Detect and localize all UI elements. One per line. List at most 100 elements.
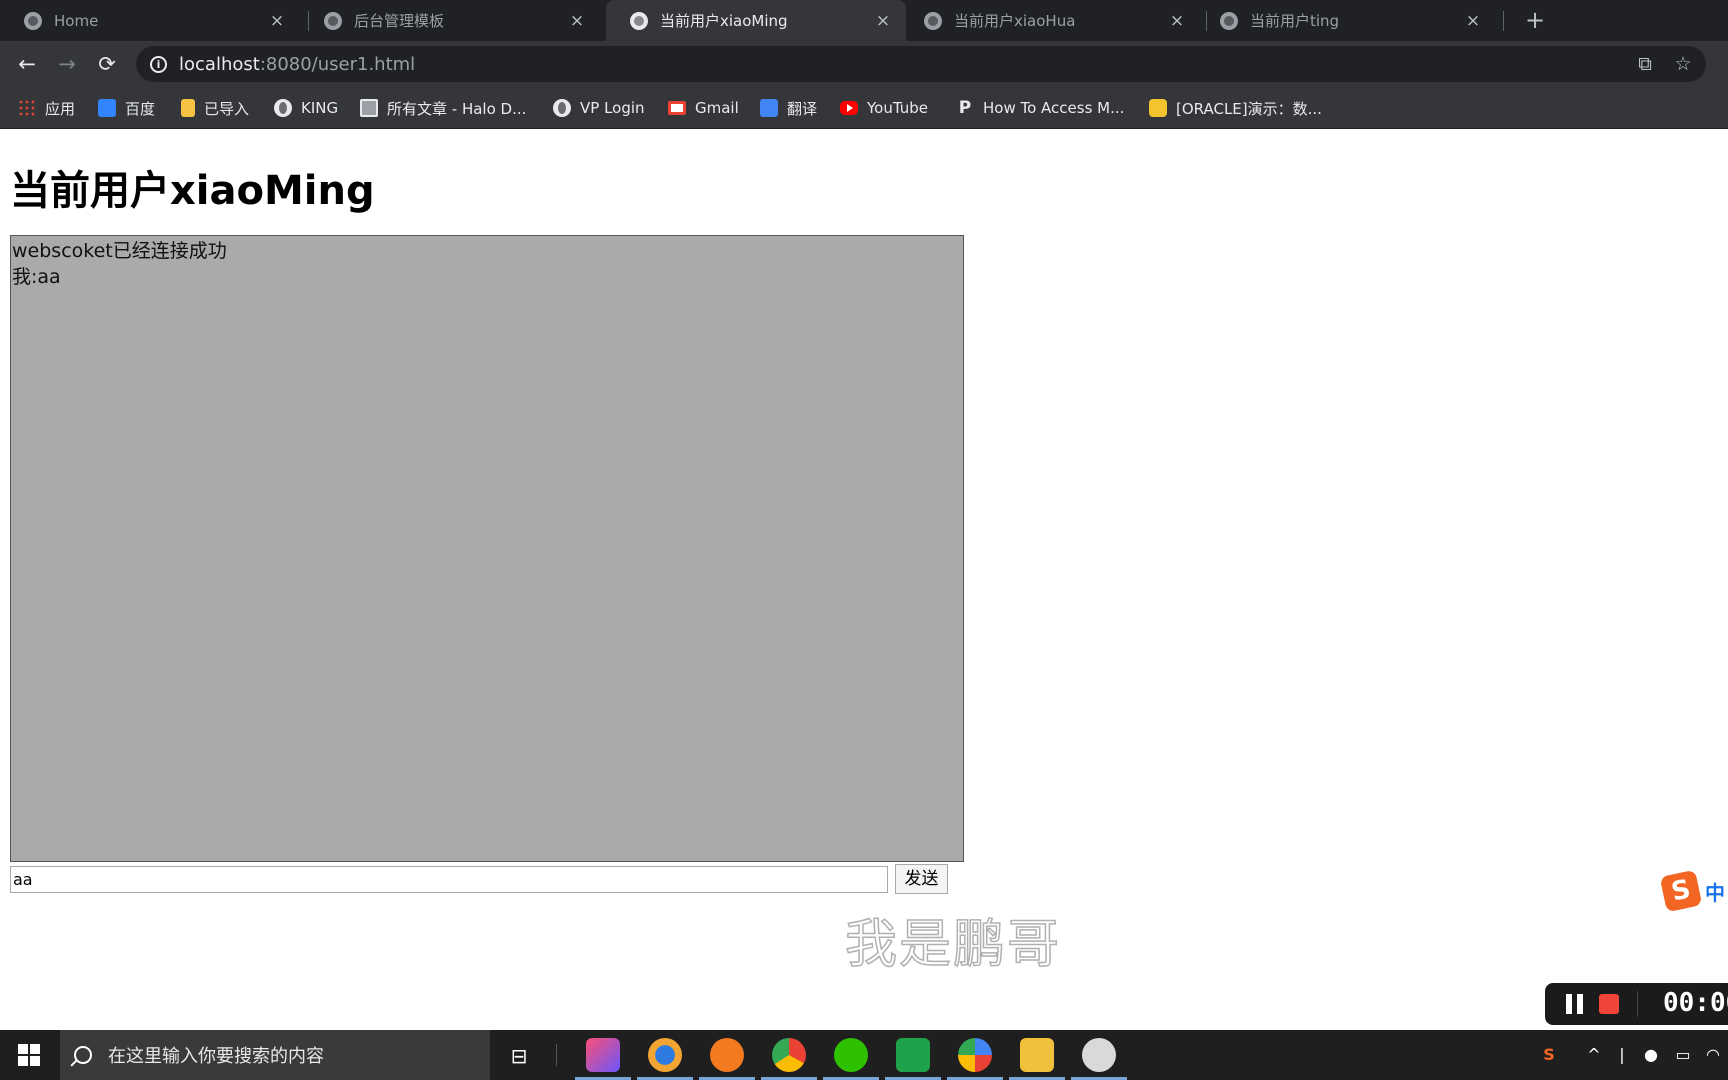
gmail-icon — [668, 101, 686, 115]
folder-icon — [181, 99, 195, 117]
file-explorer-icon[interactable] — [1009, 1038, 1065, 1080]
close-icon[interactable]: × — [874, 11, 892, 31]
bookmark-how-to-access[interactable]: P How To Access M... — [956, 96, 1125, 120]
bookmark-king[interactable]: KING — [274, 96, 338, 120]
url-host: localhost — [179, 53, 260, 75]
bookmark-label: 已导入 — [204, 99, 250, 118]
bookmark-label: 应用 — [45, 99, 76, 118]
tab-label: Home — [54, 11, 99, 30]
youtube-icon — [840, 101, 858, 115]
oracle-icon — [1149, 99, 1167, 117]
globe-icon — [553, 99, 571, 117]
pause-icon[interactable] — [1565, 994, 1585, 1014]
bookmarks-bar: 应用 百度 已导入 KING 所有文章 - Halo D... VP Login… — [0, 87, 1728, 129]
browser-toolbar: ← → ⟳ i localhost :8080/user1.html ⧉ ☆ — [0, 41, 1728, 87]
recorder-divider — [1637, 991, 1638, 1017]
ime-indicator[interactable]: S 中 — [1659, 869, 1728, 913]
globe-icon — [630, 11, 648, 30]
chrome-icon[interactable] — [761, 1038, 817, 1080]
tab-label: 后台管理模板 — [354, 12, 445, 30]
bookmark-label: KING — [301, 99, 339, 117]
qq-icon[interactable]: ● — [1640, 1030, 1662, 1080]
translate-icon — [760, 99, 778, 117]
globe-icon — [1220, 11, 1238, 30]
bookmark-label: VP Login — [580, 99, 645, 117]
bookmark-oracle[interactable]: [ORACLE]演示：数... — [1149, 96, 1322, 120]
message-input[interactable] — [10, 866, 888, 893]
globe-icon — [924, 11, 942, 30]
baidu-icon — [98, 99, 116, 117]
address-bar[interactable]: i localhost :8080/user1.html ⧉ ☆ — [136, 46, 1706, 82]
bookmark-baidu[interactable]: 百度 — [98, 96, 155, 120]
search-placeholder: 在这里输入你要搜索的内容 — [108, 1046, 324, 1067]
task-view-icon[interactable]: ⊟ — [506, 1044, 532, 1068]
page-title: 当前用户xiaoMing — [10, 168, 375, 214]
bookmark-label: 翻译 — [787, 99, 818, 118]
bookmark-halo[interactable]: 所有文章 - Halo D... — [360, 96, 526, 120]
taskbar-separator — [556, 1044, 557, 1066]
globe-icon — [24, 11, 42, 30]
bookmark-label: YouTube — [867, 99, 928, 117]
wifi-icon[interactable]: ◠ — [1702, 1030, 1724, 1080]
close-icon[interactable]: × — [1464, 11, 1482, 31]
close-icon[interactable]: × — [1168, 11, 1186, 31]
close-icon[interactable]: × — [268, 11, 286, 31]
globe-icon — [324, 11, 342, 30]
tab-label: 当前用户xiaoHua — [954, 12, 1076, 30]
chrome-canary-icon[interactable] — [947, 1038, 1003, 1080]
bookmark-translate[interactable]: 翻译 — [760, 96, 817, 120]
message-line: 我:aa — [12, 266, 61, 288]
translate-icon[interactable]: ⧉ — [1630, 46, 1660, 82]
tab-user-xiaoming[interactable]: 当前用户xiaoMing × — [606, 0, 906, 41]
halo-icon — [360, 99, 378, 117]
microphone-icon[interactable]: | — [1612, 1030, 1632, 1080]
wechat-icon[interactable] — [823, 1038, 879, 1080]
bookmark-youtube[interactable]: YouTube — [840, 96, 928, 120]
bookmark-vp-login[interactable]: VP Login — [553, 96, 645, 120]
user-avatar-icon[interactable] — [1071, 1038, 1127, 1080]
bookmark-label: How To Access M... — [983, 99, 1125, 117]
stop-icon[interactable] — [1599, 994, 1619, 1014]
reload-button[interactable]: ⟳ — [91, 48, 123, 80]
tab-separator — [1503, 11, 1504, 31]
watermark-text: 我是鹏哥 — [844, 914, 1062, 976]
send-button[interactable]: 发送 — [895, 864, 948, 894]
app-orange-icon[interactable] — [699, 1038, 755, 1080]
chevron-up-icon[interactable]: ^ — [1582, 1030, 1606, 1080]
tab-admin-template[interactable]: 后台管理模板 × — [300, 0, 600, 41]
search-icon — [74, 1046, 92, 1064]
tab-user-ting[interactable]: 当前用户ting × — [1196, 0, 1496, 41]
tab-label: 当前用户xiaoMing — [660, 12, 788, 30]
bookmark-star-icon[interactable]: ☆ — [1668, 46, 1698, 82]
app-orbit-icon[interactable] — [637, 1038, 693, 1080]
close-icon[interactable]: × — [568, 11, 586, 31]
site-info-icon[interactable]: i — [150, 55, 167, 73]
bookmark-label: [ORACLE]演示：数... — [1176, 99, 1322, 118]
battery-icon[interactable]: ▭ — [1672, 1030, 1694, 1080]
ime-mode: 中 — [1705, 880, 1725, 905]
bookmark-label: Gmail — [695, 99, 739, 117]
tab-label: 当前用户ting — [1250, 12, 1340, 30]
message-log: webscoket已经连接成功 我:aa — [10, 235, 964, 862]
windows-taskbar: 在这里输入你要搜索的内容 ⊟ S ^ | ● ▭ ◠ — [0, 1030, 1728, 1080]
bookmark-gmail[interactable]: Gmail — [668, 96, 739, 120]
p-icon: P — [958, 98, 972, 118]
recording-timer: 00:00 — [1663, 988, 1728, 1018]
hbuilder-icon[interactable] — [885, 1038, 941, 1080]
globe-icon — [274, 99, 292, 117]
intellij-icon[interactable] — [575, 1038, 631, 1080]
forward-button[interactable]: → — [51, 48, 83, 80]
bookmark-apps[interactable]: 应用 — [18, 96, 75, 120]
tab-strip: Home × 后台管理模板 × 当前用户xiaoMing × 当前用户xiaoH… — [0, 0, 1728, 41]
sogou-logo-icon: S — [1659, 869, 1703, 913]
new-tab-button[interactable]: + — [1520, 4, 1550, 36]
bookmark-label: 百度 — [125, 99, 156, 118]
back-button[interactable]: ← — [11, 48, 43, 80]
message-line: webscoket已经连接成功 — [12, 240, 227, 262]
sogou-tray-icon[interactable]: S — [1536, 1030, 1562, 1080]
tab-home[interactable]: Home × — [0, 0, 300, 41]
tab-user-xiaohua[interactable]: 当前用户xiaoHua × — [900, 0, 1200, 41]
taskbar-search[interactable]: 在这里输入你要搜索的内容 — [60, 1030, 490, 1080]
bookmark-imported[interactable]: 已导入 — [181, 96, 249, 120]
windows-start-icon[interactable] — [18, 1044, 40, 1066]
